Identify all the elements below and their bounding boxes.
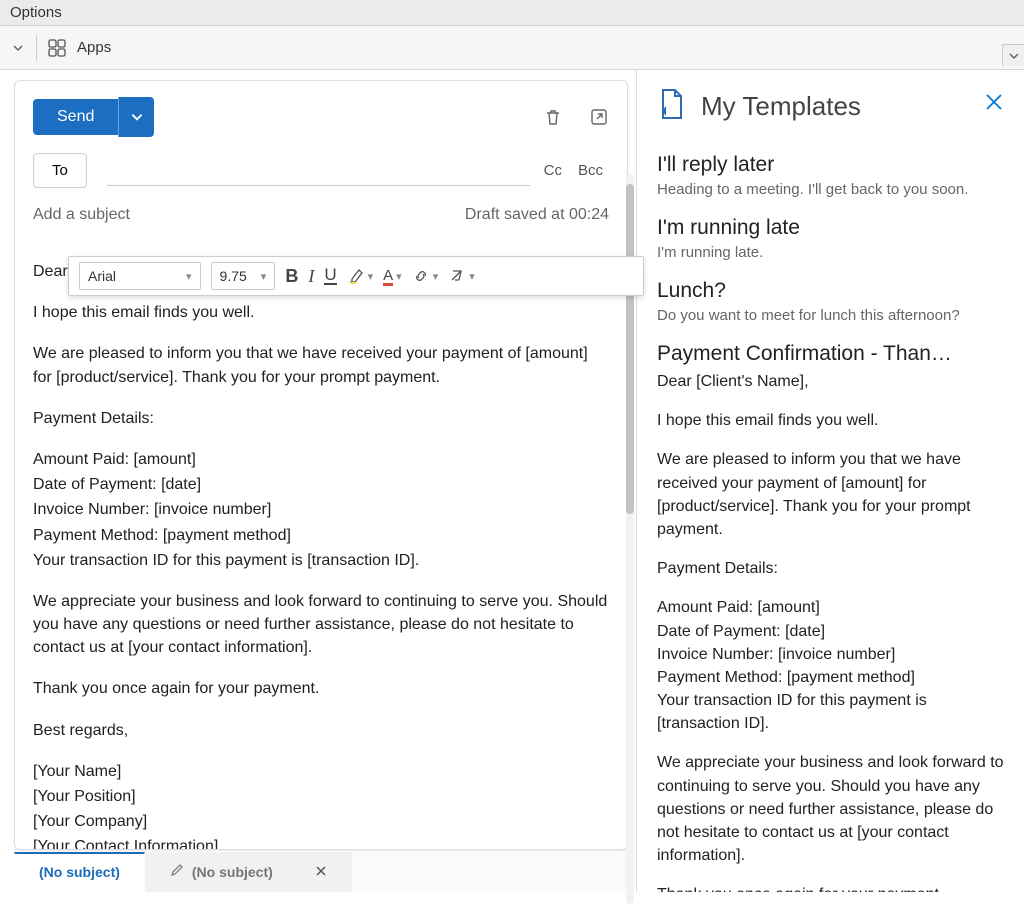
font-color-button[interactable]: A ▾ [383,267,402,286]
popout-icon[interactable] [589,107,609,127]
italic-button[interactable]: I [308,266,314,287]
cc-button[interactable]: Cc [544,162,562,179]
apps-label: Apps [77,39,111,56]
templates-icon [657,88,687,125]
highlight-button[interactable]: ▾ [347,267,374,285]
template-line: I hope this email finds you well. [657,409,1006,432]
font-size-value: 9.75 [220,268,247,284]
template-title: Lunch? [657,279,1006,303]
template-title: I'm running late [657,216,1006,240]
template-line: We are pleased to inform you that we hav… [657,448,1006,541]
bcc-button[interactable]: Bcc [578,162,603,179]
template-line: Your transaction ID for this payment is … [657,689,1006,735]
body-text: Amount Paid: [amount] [33,448,609,471]
chevron-down-icon: ▾ [396,270,402,283]
draft-status: Draft saved at 00:24 [465,206,609,224]
body-text: Payment Details: [33,407,609,430]
template-line: We appreciate your business and look for… [657,751,1006,867]
template-line: Date of Payment: [date] [657,620,1006,643]
format-toolbar: Arial ▾ 9.75 ▾ B I U ▾ A ▾ ▾ ▾ [68,256,644,296]
body-text: Thank you once again for your payment. [33,677,609,700]
font-selector[interactable]: Arial ▾ [79,262,201,290]
font-name: Arial [88,268,116,284]
apps-button[interactable]: Apps [47,38,111,58]
chevron-down-icon: ▾ [368,270,374,283]
template-line: Invoice Number: [invoice number] [657,643,1006,666]
ribbon-bar: Apps [0,26,1024,70]
body-text: Dear [33,263,72,280]
template-preview: Heading to a meeting. I'll get back to y… [657,181,1006,198]
compose-card: Send To Cc [14,80,628,850]
subject-placeholder[interactable]: Add a subject [33,206,130,224]
to-button[interactable]: To [33,153,87,188]
tab-active[interactable]: (No subject) [14,852,145,892]
template-title: Payment Confirmation - Than… [657,342,1006,366]
template-line: Amount Paid: [amount] [657,596,1006,619]
body-text: Date of Payment: [date] [33,473,609,496]
template-title: I'll reply later [657,153,1006,177]
body-text: Your transaction ID for this payment is … [33,549,609,572]
template-item[interactable]: I'm running late I'm running late. [657,216,1006,261]
panel-title: My Templates [701,91,861,122]
tab-inactive[interactable]: (No subject) [145,852,352,892]
to-field[interactable] [107,156,530,186]
body-text: [Your Company] [33,810,609,833]
template-line: Thank you once again for your payment. [657,883,1006,892]
templates-panel: My Templates I'll reply later Heading to… [636,70,1024,892]
edit-icon [170,863,184,880]
chevron-down-icon: ▾ [186,270,192,283]
tab-label: (No subject) [192,864,273,880]
template-preview: Do you want to meet for lunch this after… [657,307,1006,324]
options-tab[interactable]: Options [0,0,1024,26]
underline-button[interactable]: U [324,267,336,284]
template-item[interactable]: Lunch? Do you want to meet for lunch thi… [657,279,1006,324]
font-size-selector[interactable]: 9.75 ▾ [211,262,276,290]
chevron-down-icon: ▾ [261,270,267,283]
body-text: [Your Name] [33,760,609,783]
discard-icon[interactable] [543,107,563,127]
template-item-expanded[interactable]: Payment Confirmation - Than… Dear [Clien… [657,342,1006,892]
body-text: Best regards, [33,719,609,742]
send-options-button[interactable] [118,97,154,137]
scrollthumb[interactable] [626,184,634,514]
body-text: Invoice Number: [invoice number] [33,498,609,521]
bold-button[interactable]: B [285,266,298,287]
template-item[interactable]: I'll reply later Heading to a meeting. I… [657,153,1006,198]
chevron-down-icon: ▾ [469,270,475,283]
body-text: We appreciate your business and look for… [33,590,609,660]
template-preview: I'm running late. [657,244,1006,261]
apps-icon [47,38,67,58]
body-text: We are pleased to inform you that we hav… [33,342,609,388]
message-body[interactable]: Dear [Client's Name], I hope this email … [15,232,627,850]
tab-label: (No subject) [39,864,120,880]
send-button[interactable]: Send [33,99,118,135]
body-text: I hope this email finds you well. [33,301,609,324]
template-line: Payment Details: [657,557,1006,580]
body-text: [Your Contact Information] [33,835,609,850]
divider [36,35,37,61]
body-text: [Your Position] [33,785,609,808]
ribbon-more-icon[interactable] [12,42,26,54]
body-text: Payment Method: [payment method] [33,524,609,547]
close-icon[interactable] [984,92,1004,115]
tabs-bar: (No subject) (No subject) [14,850,626,892]
ribbon-expand-icon[interactable] [1002,44,1024,66]
template-line: Payment Method: [payment method] [657,666,1006,689]
clear-formatting-button[interactable]: ▾ [448,267,475,285]
template-line: Dear [Client's Name], [657,370,1006,393]
tab-close-icon[interactable] [315,864,327,880]
link-button[interactable]: ▾ [412,267,439,285]
chevron-down-icon: ▾ [433,270,439,283]
